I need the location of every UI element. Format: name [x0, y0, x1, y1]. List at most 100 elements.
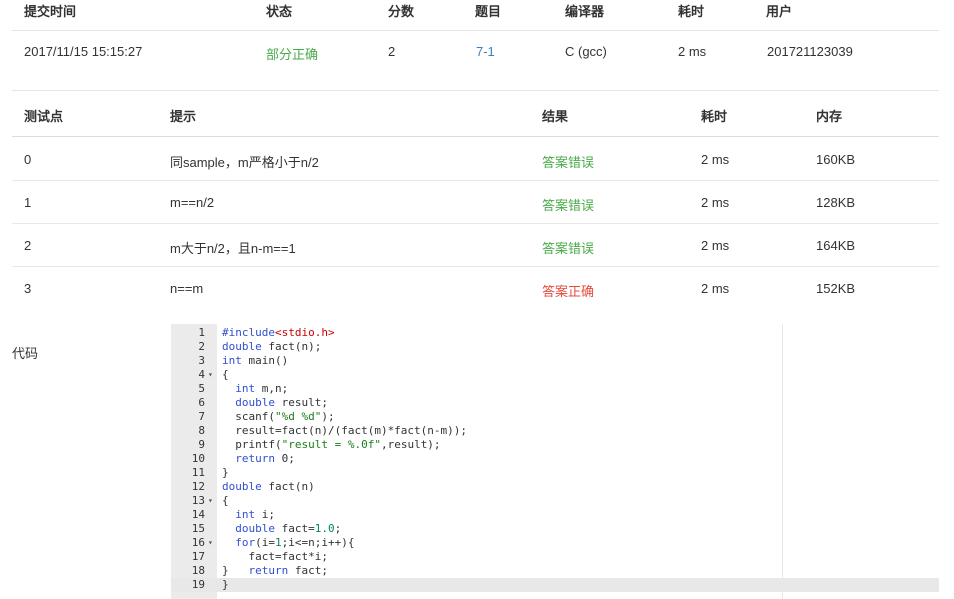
- code-text: double fact(n): [222, 480, 315, 493]
- code-line[interactable]: 11}: [171, 466, 939, 480]
- code-line[interactable]: 4 ▾ {: [171, 368, 939, 382]
- code-line[interactable]: 6 double result;: [171, 396, 939, 410]
- line-number: 2: [198, 340, 205, 353]
- code-text: } return fact;: [222, 564, 328, 577]
- header-testcase-id: 测试点: [24, 109, 64, 124]
- line-number: 14: [191, 508, 205, 521]
- testcase-elapsed: 2 ms: [701, 238, 730, 253]
- testcase-hint: 同sample，m严格小于n/2: [170, 155, 319, 170]
- header-testcase-elapsed: 耗时: [701, 109, 728, 124]
- line-number: 13: [191, 494, 205, 507]
- line-number: 18: [191, 564, 205, 577]
- testcase-result: 答案错误: [542, 241, 595, 256]
- testcase-elapsed: 2 ms: [701, 281, 730, 296]
- header-memory: 内存: [816, 109, 843, 124]
- testcase-result: 答案错误: [542, 155, 595, 170]
- line-number: 10: [191, 452, 205, 465]
- code-line[interactable]: 12 double fact(n): [171, 480, 939, 494]
- code-text: #include<stdio.h>: [222, 326, 335, 339]
- line-number: 1: [198, 326, 205, 339]
- fold-arrow-icon[interactable]: ▾: [208, 368, 216, 382]
- testcase-id: 1: [24, 195, 32, 210]
- code-text: return 0;: [235, 452, 295, 465]
- code-text: double fact(n);: [222, 340, 322, 353]
- testcase-id: 0: [24, 152, 32, 167]
- table-row: 0 同sample，m严格小于n/2 答案错误 2 ms 160KB: [12, 137, 939, 181]
- code-line[interactable]: 16 ▾ for(i=1;i<=n;i++){: [171, 536, 939, 550]
- user-value: 201721123039: [767, 44, 853, 59]
- testcase-hint: n==m: [170, 281, 204, 296]
- code-text: int i;: [235, 508, 275, 521]
- line-number: 15: [191, 522, 205, 535]
- elapsed-value: 2 ms: [678, 44, 707, 59]
- code-text: scanf("%d %d");: [222, 410, 335, 423]
- code-text: result=fact(n)/(fact(m)*fact(n-m));: [222, 424, 468, 437]
- compiler-value: C (gcc): [565, 44, 607, 59]
- code-text: for(i=1;i<=n;i++){: [235, 536, 355, 549]
- fold-arrow-icon[interactable]: ▾: [208, 536, 216, 550]
- testcase-id: 2: [24, 238, 32, 253]
- code-line[interactable]: 5 int m,n;: [171, 382, 939, 396]
- code-line[interactable]: 2 double fact(n);: [171, 340, 939, 354]
- testcase-result: 答案错误: [542, 198, 595, 213]
- code-line[interactable]: 3 int main(): [171, 354, 939, 368]
- code-line[interactable]: 8 result=fact(n)/(fact(m)*fact(n-m));: [171, 424, 939, 438]
- line-number: 7: [198, 410, 205, 423]
- code-line[interactable]: 10 return 0;: [171, 452, 939, 466]
- line-number: 17: [191, 550, 205, 563]
- line-number: 11: [191, 466, 205, 479]
- header-status: 状态: [266, 4, 293, 19]
- testcase-elapsed: 2 ms: [701, 152, 730, 167]
- testcase-memory: 128KB: [816, 195, 856, 210]
- score-value: 2: [388, 44, 396, 59]
- table-row: 1 m==n/2 答案错误 2 ms 128KB: [12, 180, 939, 224]
- line-number: 19: [191, 578, 205, 591]
- code-text: {: [222, 494, 229, 507]
- code-line[interactable]: 18 } return fact;: [171, 564, 939, 578]
- code-text: int main(): [222, 354, 289, 367]
- line-number: 4: [198, 368, 205, 381]
- testcase-hint: m==n/2: [170, 195, 215, 210]
- code-line[interactable]: 13 ▾ {: [171, 494, 939, 508]
- code-line[interactable]: 15 double fact=1.0;: [171, 522, 939, 536]
- testcase-memory: 152KB: [816, 281, 856, 296]
- testcase-memory: 160KB: [816, 152, 856, 167]
- header-compiler: 编译器: [565, 4, 605, 19]
- line-number: 16: [191, 536, 205, 549]
- code-line[interactable]: 9 printf("result = %.0f",result);: [171, 438, 939, 452]
- line-number: 6: [198, 396, 205, 409]
- testcase-result: 答案正确: [542, 284, 595, 299]
- code-editor[interactable]: 1 #include<stdio.h> 2 double fact(n); 3 int m…: [171, 324, 939, 599]
- testcase-elapsed: 2 ms: [701, 195, 730, 210]
- code-text: printf("result = %.0f",result);: [222, 438, 441, 451]
- fold-arrow-icon[interactable]: ▾: [208, 494, 216, 508]
- header-problem: 题目: [475, 4, 502, 19]
- submit-time: 2017/11/15 15:15:27: [24, 44, 143, 59]
- code-text: }: [222, 578, 229, 591]
- testcase-hint: m大于n/2，且n-m==1: [170, 241, 296, 256]
- header-submit-time: 提交时间: [24, 4, 77, 19]
- line-number: 8: [198, 424, 205, 437]
- code-label: 代码: [12, 346, 39, 361]
- testcase-id: 3: [24, 281, 32, 296]
- testcase-header-row: 测试点 提示 结果 耗时 内存: [12, 90, 939, 137]
- code-text: fact=fact*i;: [222, 550, 328, 563]
- code-line[interactable]: 14 int i;: [171, 508, 939, 522]
- code-text: int m,n;: [235, 382, 289, 395]
- submission-row: 2017/11/15 15:15:27 部分正确 2 7-1 C (gcc) 2…: [12, 30, 939, 91]
- code-line[interactable]: 19}: [171, 578, 939, 592]
- line-number: 5: [198, 382, 205, 395]
- code-line[interactable]: 17 fact=fact*i;: [171, 550, 939, 564]
- status-badge: 部分正确: [266, 47, 319, 62]
- code-line[interactable]: 1 #include<stdio.h>: [171, 326, 939, 340]
- line-number: 3: [198, 354, 205, 367]
- problem-link[interactable]: 7-1: [476, 44, 495, 59]
- code-text: }: [222, 466, 229, 479]
- header-score: 分数: [388, 4, 415, 19]
- testcase-memory: 164KB: [816, 238, 856, 253]
- code-line[interactable]: 7 scanf("%d %d");: [171, 410, 939, 424]
- table-row: 2 m大于n/2，且n-m==1 答案错误 2 ms 164KB: [12, 223, 939, 267]
- header-elapsed: 耗时: [678, 4, 705, 19]
- line-number: 9: [198, 438, 205, 451]
- header-hint: 提示: [170, 109, 197, 124]
